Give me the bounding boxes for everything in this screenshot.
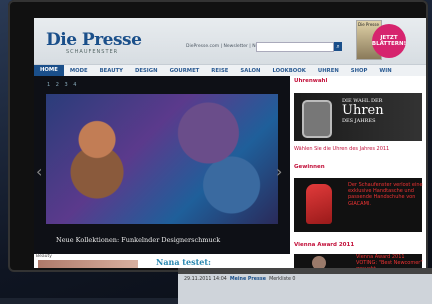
meine-presse-link[interactable]: Meine Presse [230,277,266,282]
vienna-award-text[interactable]: Vienna Award 2011 VOTING: "Best Newcomer… [356,254,426,268]
hero-image[interactable] [46,94,278,224]
teaser-headline[interactable]: Nana testet: [156,257,211,267]
nav-item-beauty[interactable]: BEAUTY [94,68,129,74]
nav-item-gourmet[interactable]: GOURMET [164,68,206,74]
browser-screen: Die Presse SCHAUFENSTER DiePresse.com | … [34,18,426,268]
teaser-category[interactable]: Beauty [36,254,52,259]
glove-image [306,184,332,224]
site-tagline: SCHAUFENSTER [66,49,119,55]
second-device-bar: 29.11.2011 14:04 Meine Presse Merkliste … [184,277,295,282]
nav-item-home[interactable]: HOME [34,65,64,76]
nav-item-mode[interactable]: MODE [64,68,94,74]
tablet-frame: Die Presse SCHAUFENSTER DiePresse.com | … [8,0,428,272]
award-portrait-image [312,256,326,268]
uhrenwahl-link[interactable]: Wählen Sie die Uhren des Jahres 2011 [294,146,389,152]
slider-pager[interactable]: 1 2 3 4 [47,82,79,88]
chevron-left-icon[interactable]: ‹ [36,162,42,181]
merkliste-link[interactable]: Merkliste 0 [269,277,295,282]
nav-item-reise[interactable]: REISE [205,68,234,74]
nav-item-shop[interactable]: SHOP [345,68,374,74]
site-header: Die Presse SCHAUFENSTER DiePresse.com | … [34,18,426,64]
nav-item-salon[interactable]: SALON [234,68,266,74]
banner-line-2: Uhren [342,103,384,118]
banner-line-3: DES JAHRES [342,118,376,124]
nav-item-design[interactable]: DESIGN [129,68,164,74]
hero-caption[interactable]: Neue Kollektionen: Funkelnder Designersc… [56,236,220,244]
site-logo[interactable]: Die Presse [46,30,142,50]
uhrenwahl-banner-text: DIE WAHL DER Uhren DES JAHRES [342,98,384,124]
chevron-right-icon[interactable]: › [276,162,282,181]
nav-item-uhren[interactable]: UHREN [312,68,345,74]
flip-now-badge[interactable]: JETZT BLÄTTERN! [372,24,406,58]
search-icon[interactable]: ⌕ [334,42,342,51]
watch-image [302,100,332,138]
search-input[interactable] [256,42,334,52]
gewinnen-text[interactable]: Der Schaufenster verlost eine exklusive … [348,182,424,207]
hero-slider: 1 2 3 4 ‹ › Neue Kollektionen: Funkelnde… [34,76,290,254]
nav-item-lookbook[interactable]: LOOKBOOK [266,68,311,74]
sidebar-heading-vienna-award: Vienna Award 2011 [294,242,355,248]
second-device-date: 29.11.2011 14:04 [184,277,227,282]
teaser-image[interactable] [38,260,138,268]
second-device [178,268,432,304]
sidebar-heading-uhrenwahl: Uhrenwahl [294,78,328,84]
nav-item-win[interactable]: WIN [373,68,397,74]
magazine-cover-label: Die Presse [358,22,379,27]
sidebar: Uhrenwahl DIE WAHL DER Uhren DES JAHRES … [290,76,426,268]
sidebar-heading-gewinnen: Gewinnen [294,164,325,170]
